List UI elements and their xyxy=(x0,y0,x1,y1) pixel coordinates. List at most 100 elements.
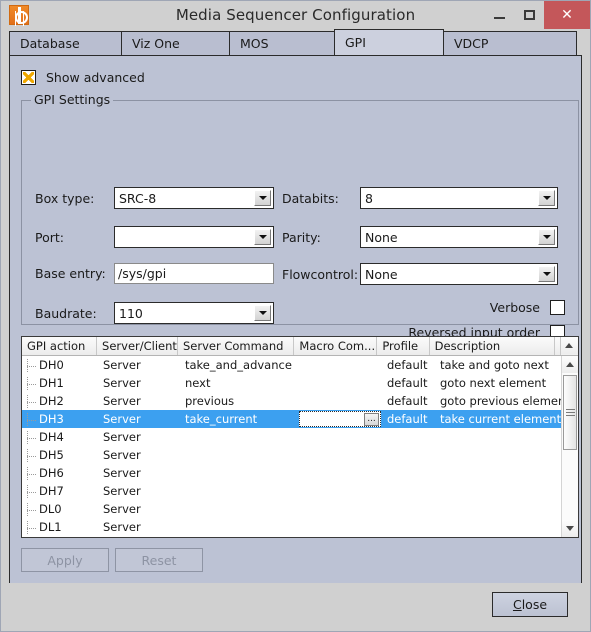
field-verbose[interactable]: Verbose xyxy=(380,300,565,315)
cell-profile: default xyxy=(387,358,428,372)
cell-description: take current element xyxy=(440,412,562,426)
field-parity: Parity: None xyxy=(282,226,558,248)
minimize-button[interactable] xyxy=(484,1,514,29)
verbose-label: Verbose xyxy=(489,300,540,315)
table-row[interactable]: DH7 Server xyxy=(22,482,578,500)
cell-profile: default xyxy=(387,394,428,408)
cell-action: DH7 xyxy=(22,484,98,498)
field-port: Port: xyxy=(35,226,274,248)
table-row[interactable]: DH3 Server take_current... default take curr… xyxy=(22,410,578,428)
chevron-down-icon[interactable] xyxy=(538,266,555,282)
flowcontrol-label: Flowcontrol: xyxy=(282,266,359,282)
table-row[interactable]: DL0 Server xyxy=(22,500,578,518)
tab-mos[interactable]: MOS xyxy=(229,31,335,55)
maximize-button[interactable] xyxy=(514,1,544,29)
table-row[interactable]: DH0 Server take_and_advance default take and… xyxy=(22,356,578,374)
scroll-up-button[interactable] xyxy=(562,356,578,373)
tab-vdcp[interactable]: VDCP xyxy=(443,31,577,55)
close-button-label: Close xyxy=(512,597,548,612)
field-baudrate: Baudrate: 110 xyxy=(35,302,274,324)
cell-server_command: previous xyxy=(185,394,235,408)
reset-button[interactable]: Reset xyxy=(115,548,203,572)
cell-server_client: Server xyxy=(103,412,141,426)
chevron-down-icon[interactable] xyxy=(538,190,555,206)
browse-ellipsis-button[interactable]: ... xyxy=(364,413,379,426)
base-entry-input[interactable]: /sys/gpi xyxy=(114,263,274,284)
gpi-settings-title: GPI Settings xyxy=(31,92,114,107)
chevron-down-icon[interactable] xyxy=(254,305,271,321)
parity-combo[interactable]: None xyxy=(360,226,558,248)
configuration-window: Media Sequencer Configuration ✕ Database… xyxy=(0,0,591,632)
scrollbar-track[interactable] xyxy=(562,373,578,520)
table-row[interactable]: DH2 Server previous default goto previous el… xyxy=(22,392,578,410)
field-flowcontrol: Flowcontrol: None xyxy=(282,263,558,285)
verbose-checkbox[interactable] xyxy=(550,300,565,315)
column-header-macro_command[interactable]: Macro Com... xyxy=(294,337,378,355)
show-advanced-label: Show advanced xyxy=(46,70,145,85)
field-box-type: Box type: SRC-8 xyxy=(35,187,274,209)
cell-server_command: take_current xyxy=(185,412,258,426)
flowcontrol-value: None xyxy=(365,266,398,282)
port-combo[interactable] xyxy=(114,226,274,248)
baudrate-label: Baudrate: xyxy=(35,305,97,321)
macro-command-input[interactable]: ... xyxy=(299,411,381,427)
table-vertical-scrollbar[interactable] xyxy=(561,356,578,537)
databits-combo[interactable]: 8 xyxy=(360,187,558,209)
cell-profile: default xyxy=(387,376,428,390)
table-header-row: GPI action Server/Client Server Command Mac… xyxy=(22,337,578,356)
chevron-down-icon[interactable] xyxy=(538,229,555,245)
tab-mos-label: MOS xyxy=(240,36,269,51)
cell-server_client: Server xyxy=(103,376,141,390)
scroll-down-button[interactable] xyxy=(562,520,578,537)
gpi-tab-panel: Show advanced GPI Settings Box type: SRC… xyxy=(9,55,582,601)
cell-server_client: Server xyxy=(103,466,141,480)
show-advanced-row[interactable]: Show advanced xyxy=(21,70,145,85)
table-row[interactable]: DL1 Server xyxy=(22,518,578,536)
base-entry-label: Base entry: xyxy=(35,266,106,281)
tab-viz-one-label: Viz One xyxy=(132,36,180,51)
chevron-down-icon[interactable] xyxy=(254,190,271,206)
base-entry-value: /sys/gpi xyxy=(118,266,167,281)
box-type-combo[interactable]: SRC-8 xyxy=(114,187,274,209)
table-row[interactable]: DH4 Server xyxy=(22,428,578,446)
chevron-down-icon[interactable] xyxy=(254,229,271,245)
scrollbar-thumb[interactable] xyxy=(563,375,577,450)
tab-gpi-label: GPI xyxy=(345,35,366,50)
baudrate-combo[interactable]: 110 xyxy=(114,302,274,324)
window-controls: ✕ xyxy=(484,1,590,29)
flowcontrol-combo[interactable]: None xyxy=(360,263,558,285)
show-advanced-checkbox[interactable] xyxy=(21,70,36,85)
column-header-profile[interactable]: Profile xyxy=(377,337,430,355)
cell-profile: default xyxy=(387,412,428,426)
cell-action: DH2 xyxy=(22,394,98,408)
tab-database-label: Database xyxy=(20,36,80,51)
tab-gpi[interactable]: GPI xyxy=(334,29,444,55)
column-header-server_command[interactable]: Server Command xyxy=(177,337,295,355)
cell-action: DH3 xyxy=(22,412,98,426)
tab-viz-one[interactable]: Viz One xyxy=(121,31,230,55)
tab-vdcp-label: VDCP xyxy=(454,36,489,51)
column-header-server_client[interactable]: Server/Client xyxy=(97,337,178,355)
cell-description: goto previous element xyxy=(440,394,562,408)
dialog-footer: Close xyxy=(1,583,590,631)
table-row[interactable]: DH1 Server next default goto next element xyxy=(22,374,578,392)
databits-value: 8 xyxy=(365,190,373,206)
column-header-description[interactable]: Description xyxy=(429,337,555,355)
apply-button[interactable]: Apply xyxy=(21,548,109,572)
cell-server_client: Server xyxy=(103,430,141,444)
box-type-label: Box type: xyxy=(35,190,95,206)
parity-value: None xyxy=(365,229,398,245)
cell-server_client: Server xyxy=(103,502,141,516)
cell-action: DH0 xyxy=(22,358,98,372)
column-header-action[interactable]: GPI action xyxy=(22,337,98,355)
tab-strip: Database Viz One MOS GPI VDCP xyxy=(9,29,582,55)
tab-database[interactable]: Database xyxy=(9,31,122,55)
close-window-button[interactable]: ✕ xyxy=(544,1,590,29)
cell-server_client: Server xyxy=(103,394,141,408)
table-row[interactable]: DH6 Server xyxy=(22,464,578,482)
table-row[interactable]: DH5 Server xyxy=(22,446,578,464)
scroll-up-button[interactable] xyxy=(560,337,578,354)
title-bar: Media Sequencer Configuration ✕ xyxy=(1,1,590,29)
cell-server_client: Server xyxy=(103,358,141,372)
close-button[interactable]: Close xyxy=(492,592,568,617)
